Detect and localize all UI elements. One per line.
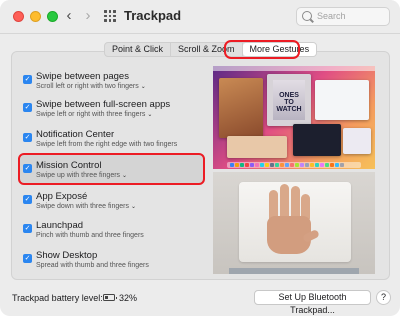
mission-control-preview-image: ONES TO WATCH (213, 66, 375, 169)
checkbox-notification-center[interactable]: ✓ (23, 133, 32, 142)
option-title: Swipe between full-screen apps (36, 99, 171, 110)
tab-point-and-click[interactable]: Point & Click (105, 43, 172, 56)
option-title: Launchpad (36, 220, 84, 231)
preview-window-photo (219, 78, 263, 138)
option-launchpad[interactable]: ✓ Launchpad Pinch with thumb and three f… (23, 220, 208, 250)
chevron-down-icon: ⌄ (122, 173, 128, 179)
tab-highlight-annotation (224, 40, 300, 59)
checkbox-launchpad[interactable]: ✓ (23, 224, 32, 233)
search-field[interactable]: Search (296, 7, 390, 26)
hand-illustration (263, 184, 321, 254)
preview-window-dark (293, 124, 341, 156)
option-mission-control[interactable]: ✓ Mission Control Swipe up with three fi… (23, 160, 208, 190)
chevron-down-icon: ⌄ (140, 84, 146, 90)
option-subtitle: Spread with thumb and three fingers (36, 262, 149, 269)
preview-poster-text: ONES TO WATCH (276, 92, 302, 113)
option-subtitle-menu[interactable]: Scroll left or right with two fingers ⌄ (36, 83, 146, 90)
set-up-bluetooth-trackpad-button[interactable]: Set Up Bluetooth Trackpad... (254, 290, 371, 315)
titlebar-divider (0, 33, 400, 34)
checkbox-swipe-between-full-screen-apps[interactable]: ✓ (23, 103, 32, 112)
sleeve (229, 268, 359, 274)
checkbox-swipe-between-pages[interactable]: ✓ (23, 75, 32, 84)
option-swipe-between-pages[interactable]: ✓ Swipe between pages Scroll left or rig… (23, 71, 208, 101)
help-button[interactable]: ? (376, 290, 391, 305)
option-subtitle: Pinch with thumb and three fingers (36, 232, 144, 239)
forward-button[interactable]: › (80, 7, 96, 25)
zoom-window-button[interactable] (47, 11, 58, 22)
battery-level-value: 32% (119, 293, 138, 303)
option-title: Swipe between pages (36, 71, 129, 82)
window-title: Trackpad (124, 8, 182, 23)
option-subtitle: Swipe left from the right edge with two … (36, 141, 178, 148)
chevron-down-icon: ⌄ (147, 112, 153, 118)
close-window-button[interactable] (13, 11, 24, 22)
checkbox-mission-control[interactable]: ✓ (23, 164, 32, 173)
minimize-window-button[interactable] (30, 11, 41, 22)
option-swipe-between-full-screen-apps[interactable]: ✓ Swipe between full-screen apps Swipe l… (23, 99, 208, 129)
chevron-down-icon: ⌄ (131, 204, 137, 210)
option-app-expose[interactable]: ✓ App Exposé Swipe down with three finge… (23, 191, 208, 221)
checkbox-app-expose[interactable]: ✓ (23, 195, 32, 204)
battery-icon (103, 294, 117, 301)
option-subtitle-menu[interactable]: Swipe up with three fingers ⌄ (36, 172, 127, 179)
search-icon (302, 11, 312, 21)
option-title: Mission Control (36, 160, 102, 171)
option-subtitle-menu[interactable]: Swipe down with three fingers ⌄ (36, 203, 136, 210)
battery-level-label: Trackpad battery level: (12, 293, 103, 303)
checkbox-show-desktop[interactable]: ✓ (23, 254, 32, 263)
trackpad-gesture-preview-image (213, 172, 375, 274)
preview-menubar (213, 66, 375, 71)
preview-window-messages (227, 136, 287, 158)
preview-window-calendar (343, 128, 371, 154)
option-notification-center[interactable]: ✓ Notification Center Swipe left from th… (23, 129, 208, 159)
title-bar: ‹ › Trackpad Search (0, 0, 400, 33)
option-title: App Exposé (36, 191, 88, 202)
trackpad-preferences-window: ‹ › Trackpad Search Point & Click Scroll… (0, 0, 400, 316)
show-all-grid-icon[interactable] (104, 10, 116, 22)
search-placeholder: Search (317, 11, 346, 21)
preview-dock (227, 162, 361, 168)
option-title: Show Desktop (36, 250, 98, 261)
back-button[interactable]: ‹ (61, 7, 77, 25)
option-subtitle-menu[interactable]: Swipe left or right with three fingers ⌄ (36, 111, 152, 118)
preview-window-document (315, 80, 369, 120)
option-show-desktop[interactable]: ✓ Show Desktop Spread with thumb and thr… (23, 250, 208, 280)
option-title: Notification Center (36, 129, 115, 140)
